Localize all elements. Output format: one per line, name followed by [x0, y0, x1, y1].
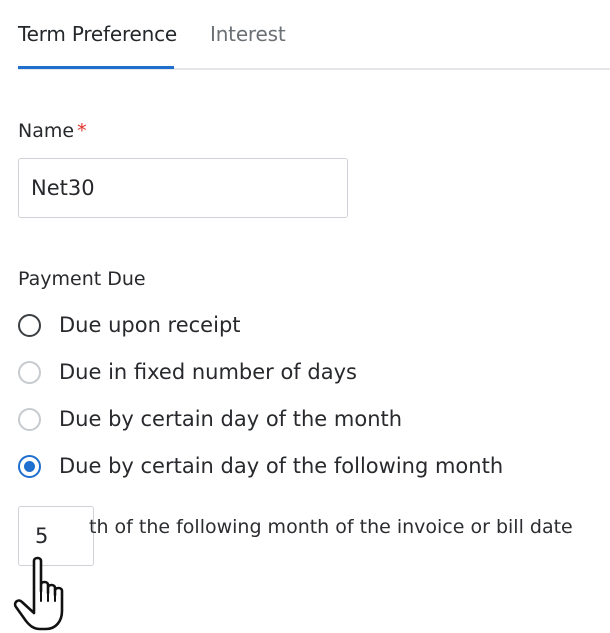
required-marker: * — [77, 120, 87, 142]
radio-button-selected[interactable] — [18, 454, 41, 478]
active-tab-indicator — [18, 66, 174, 69]
radio-label: Due by certain day of the month — [59, 407, 403, 431]
name-label-text: Name — [18, 120, 75, 142]
radio-button[interactable] — [18, 313, 41, 337]
radio-label: Due by certain day of the following mont… — [59, 454, 504, 478]
radio-button[interactable] — [18, 407, 41, 431]
day-suffix-text: th of the following month of the invoice… — [89, 516, 573, 538]
radio-button[interactable] — [18, 360, 41, 384]
radio-label: Due upon receipt — [59, 313, 241, 337]
radio-due-upon-receipt[interactable]: Due upon receipt — [18, 310, 241, 340]
radio-due-day-of-month[interactable]: Due by certain day of the month — [18, 404, 402, 434]
radio-due-fixed-days[interactable]: Due in fixed number of days — [18, 357, 357, 387]
hand-pointer-icon — [13, 556, 64, 631]
radio-label: Due in fixed number of days — [59, 360, 357, 384]
name-label: Name * — [18, 120, 87, 142]
tab-term-preference[interactable]: Term Preference — [18, 22, 177, 46]
tab-bar: Term Preference Interest — [18, 0, 610, 70]
tab-interest[interactable]: Interest — [210, 22, 286, 46]
radio-due-day-of-following-month[interactable]: Due by certain day of the following mont… — [18, 451, 503, 481]
name-input[interactable] — [18, 158, 348, 218]
payment-due-label: Payment Due — [18, 268, 146, 290]
